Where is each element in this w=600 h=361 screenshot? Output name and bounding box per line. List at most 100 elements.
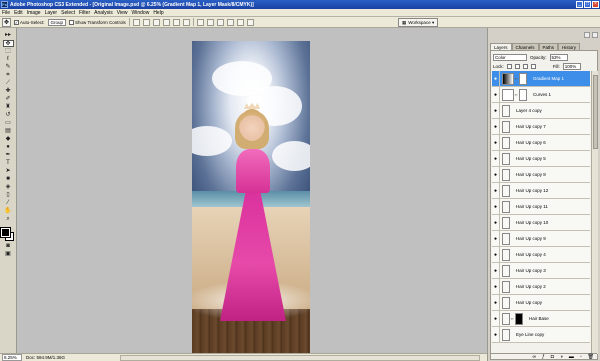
distribute-right-icon[interactable] <box>246 18 254 26</box>
visibility-eye-icon[interactable]: ● <box>492 118 500 135</box>
doc-size[interactable]: Doc: 594.9M/1.36G <box>26 355 65 360</box>
notes-tool-icon[interactable]: ▯ <box>3 192 14 199</box>
menu-edit[interactable]: Edit <box>12 10 25 16</box>
layer-row[interactable]: ● Hair Up copy 11 <box>492 198 590 215</box>
zoom-level-field[interactable]: 6.25% <box>2 354 22 361</box>
visibility-eye-icon[interactable]: ● <box>492 214 500 231</box>
gradient-tool-icon[interactable]: ▤ <box>3 128 14 135</box>
menu-file[interactable]: File <box>0 10 12 16</box>
menu-help[interactable]: Help <box>151 10 165 16</box>
distribute-bottom-icon[interactable] <box>216 18 224 26</box>
screen-mode-icon[interactable]: ▣ <box>3 251 14 258</box>
collapse-panel-icon[interactable] <box>584 31 590 38</box>
menu-image[interactable]: Image <box>25 10 43 16</box>
visibility-eye-icon[interactable]: ● <box>492 262 500 279</box>
eraser-tool-icon[interactable]: ▭ <box>3 120 14 127</box>
layer-row[interactable]: ● Hair Up copy 12 <box>492 182 590 199</box>
align-top-icon[interactable] <box>132 18 140 26</box>
layer-row[interactable]: ● Hair Up copy 5 <box>492 150 590 167</box>
color-swatches[interactable] <box>0 227 15 242</box>
move-tool-icon[interactable]: ✥ <box>2 40 14 47</box>
move-tool-preset-icon[interactable]: ✥ <box>2 17 11 27</box>
eyedropper-tool-icon[interactable]: ⁄ <box>3 200 14 207</box>
horizontal-scrollbar[interactable] <box>120 355 480 361</box>
visibility-eye-icon[interactable]: ● <box>492 182 500 199</box>
lock-position-icon[interactable] <box>522 63 528 69</box>
new-layer-icon[interactable]: ▫ <box>580 354 582 360</box>
layer-row[interactable]: ● Hair Up copy <box>492 294 590 311</box>
add-mask-icon[interactable]: ◘ <box>551 354 554 360</box>
dodge-tool-icon[interactable]: ● <box>3 144 14 151</box>
visibility-eye-icon[interactable]: ● <box>492 102 500 119</box>
layer-row[interactable]: ● ∞ Hair Base <box>492 310 590 327</box>
distribute-top-icon[interactable] <box>196 18 204 26</box>
path-select-icon[interactable]: ➤ <box>3 168 14 175</box>
fill-field[interactable]: 100% <box>562 62 581 70</box>
slice-tool-icon[interactable]: ⟋ <box>3 80 14 87</box>
clone-stamp-icon[interactable]: ♜ <box>3 104 14 111</box>
visibility-eye-icon[interactable]: ● <box>492 166 500 183</box>
hand-tool-icon[interactable]: ✋ <box>3 208 14 215</box>
auto-select-dropdown[interactable]: Group <box>47 18 67 26</box>
close-button[interactable]: × <box>592 1 599 8</box>
align-hcenter-icon[interactable] <box>172 18 180 26</box>
show-transform-option[interactable]: Show Transform Controls <box>69 19 126 25</box>
distribute-left-icon[interactable] <box>226 18 234 26</box>
3d-tool-icon[interactable]: ◈ <box>3 184 14 191</box>
visibility-eye-icon[interactable]: ● <box>492 198 500 215</box>
panel-close-icon[interactable] <box>592 31 598 38</box>
layer-style-icon[interactable]: ƒ <box>542 354 545 360</box>
layer-row[interactable]: ● ∞ Gradient Map 1 <box>492 71 590 87</box>
menu-layer[interactable]: Layer <box>43 10 60 16</box>
lasso-tool-icon[interactable]: ℓ <box>3 56 14 63</box>
auto-select-option[interactable]: ✓ Auto-Select: <box>14 19 45 25</box>
layer-row[interactable]: ● Hair Up copy 3 <box>492 262 590 279</box>
layer-row[interactable]: ● Hair Up copy 8 <box>492 166 590 183</box>
layer-row[interactable]: ● Hair Up copy 2 <box>492 278 590 295</box>
pen-tool-icon[interactable]: ✒ <box>3 152 14 159</box>
align-bottom-icon[interactable] <box>152 18 160 26</box>
distribute-vcenter-icon[interactable] <box>206 18 214 26</box>
menu-filter[interactable]: Filter <box>77 10 92 16</box>
layer-row[interactable]: ● Hair Up copy 10 <box>492 214 590 231</box>
document-canvas-area[interactable] <box>17 28 487 353</box>
maximize-button[interactable]: □ <box>584 1 591 8</box>
healing-brush-icon[interactable]: ✚ <box>3 88 14 95</box>
menu-view[interactable]: View <box>115 10 130 16</box>
visibility-eye-icon[interactable]: ● <box>492 150 500 167</box>
visibility-eye-icon[interactable]: ● <box>492 134 500 151</box>
layer-mask-thumbnail[interactable] <box>519 72 527 85</box>
visibility-eye-icon[interactable]: ● <box>492 246 500 263</box>
layer-mask-thumbnail[interactable] <box>515 312 523 325</box>
visibility-eye-icon[interactable]: ● <box>492 278 500 295</box>
adjustment-layer-icon[interactable]: ◑ <box>560 354 563 360</box>
foreground-color-swatch[interactable] <box>0 227 11 238</box>
auto-select-checkbox[interactable]: ✓ <box>14 19 19 25</box>
layer-mask-thumbnail[interactable] <box>519 88 527 101</box>
layer-row[interactable]: ● Hair Up copy 9 <box>492 230 590 247</box>
show-transform-checkbox[interactable] <box>69 19 75 25</box>
menu-window[interactable]: Window <box>130 10 152 16</box>
document-image[interactable] <box>192 41 310 353</box>
visibility-eye-icon[interactable]: ● <box>492 86 500 103</box>
link-layers-icon[interactable]: ∞ <box>532 354 536 360</box>
shape-tool-icon[interactable]: ■ <box>3 176 14 183</box>
visibility-eye-icon[interactable]: ● <box>492 310 500 327</box>
distribute-hcenter-icon[interactable] <box>236 18 244 26</box>
crop-tool-icon[interactable]: ⌗ <box>3 72 14 79</box>
opacity-field[interactable]: 53% <box>549 53 568 61</box>
layer-row[interactable]: ● Hair Up copy 4 <box>492 246 590 263</box>
marquee-tool-icon[interactable]: ⬚ <box>3 48 14 55</box>
layer-row[interactable]: ● Layer 4 copy <box>492 102 590 119</box>
visibility-eye-icon[interactable]: ● <box>492 326 500 343</box>
lock-image-icon[interactable] <box>514 63 520 69</box>
zoom-tool-icon[interactable]: ⌕ <box>3 216 14 223</box>
visibility-eye-icon[interactable]: ● <box>492 294 500 311</box>
history-brush-icon[interactable]: ↺ <box>3 112 14 119</box>
layers-scrollbar[interactable] <box>591 71 598 354</box>
layer-row[interactable]: ● Hair Up copy 6 <box>492 134 590 151</box>
minimize-button[interactable]: _ <box>576 1 583 8</box>
scrollbar-thumb[interactable] <box>593 75 598 149</box>
type-tool-icon[interactable]: T <box>3 160 14 167</box>
new-group-icon[interactable]: ▬ <box>569 354 574 360</box>
